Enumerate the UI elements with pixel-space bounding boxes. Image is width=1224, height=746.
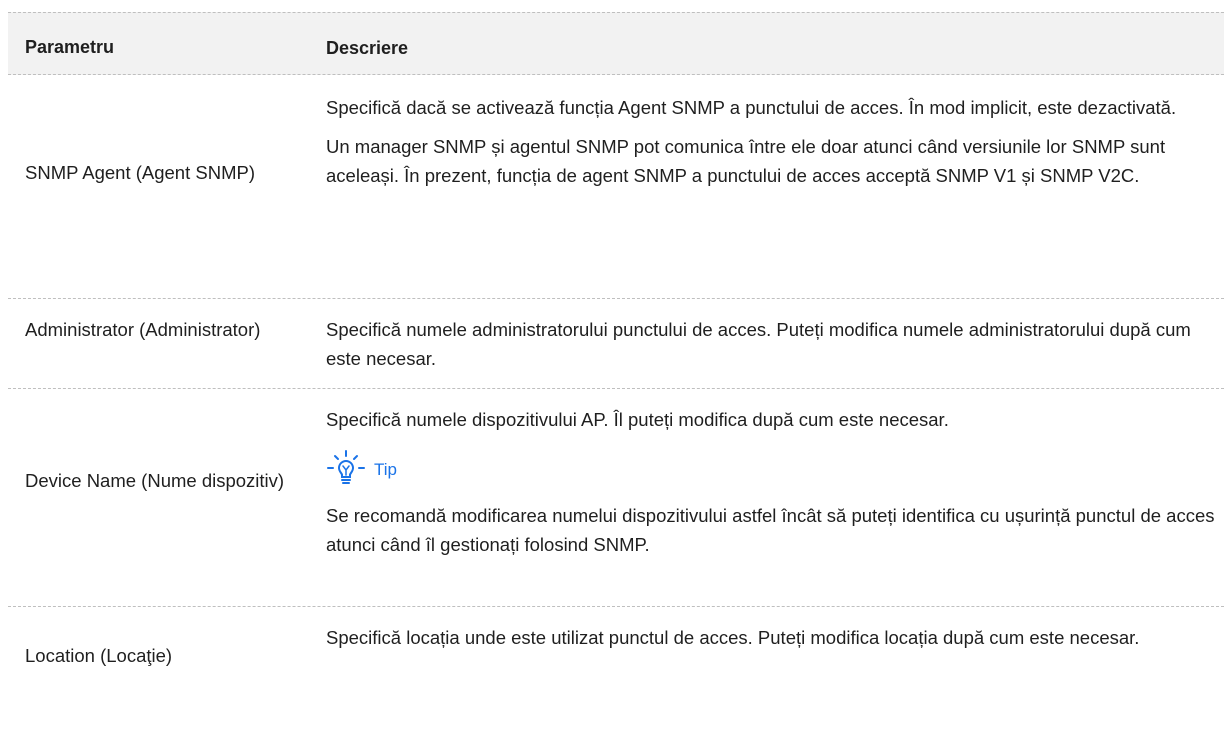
description-cell: Specifică dacă se activează funcția Agen… [326,93,1224,190]
tip-callout: Tip [326,449,1224,489]
param-cell: SNMP Agent (Agent SNMP) [25,162,255,183]
table-row: Administrator (Administrator) Specifică … [8,299,1224,389]
param-cell: Administrator (Administrator) [25,319,261,340]
description-cell: Specifică numele administratorului punct… [326,319,1191,369]
description-cell: Specifică locația unde este utilizat pun… [326,627,1140,648]
description-text: Specifică numele dispozitivului AP. Îl p… [326,409,949,430]
param-cell: Device Name (Nume dispozitiv) [25,470,285,491]
description-cell: Specifică numele dispozitivului AP. Îl p… [326,405,1224,559]
lightbulb-icon [326,449,370,489]
param-cell: Location (Locaţie) [25,645,173,666]
header-description: Descriere [326,38,409,58]
tip-label: Tip [374,459,397,479]
table-row: SNMP Agent (Agent SNMP) Specifică dacă s… [8,75,1224,299]
table-header: Parametru Descriere [8,12,1224,75]
table-row: Location (Locaţie) Specifică locația und… [8,607,1224,727]
parameter-table: Parametru Descriere SNMP Agent (Agent SN… [8,12,1224,727]
table-row: Device Name (Nume dispozitiv) Specifică … [8,389,1224,607]
tip-text: Se recomandă modificarea numelui dispozi… [326,505,1215,555]
description-text: Specifică dacă se activează funcția Agen… [326,97,1177,118]
header-parameter: Parametru [25,37,115,57]
description-text: Un manager SNMP și agentul SNMP pot comu… [326,136,1166,186]
